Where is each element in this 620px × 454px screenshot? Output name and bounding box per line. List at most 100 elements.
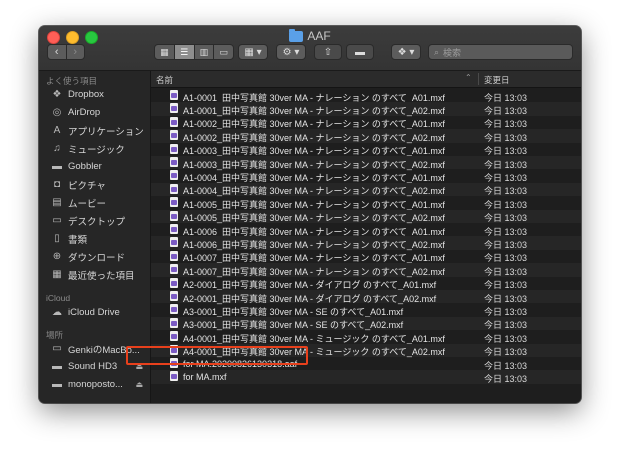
tag-icon: ▬ [355, 46, 365, 58]
sidebar-item-documents[interactable]: ▯ 書類 [51, 231, 147, 246]
chevron-right-icon[interactable]: › [65, 45, 85, 59]
file-icon [170, 371, 178, 382]
table-row[interactable]: A1-0004_田中写真館 30ver MA - ナレーション のすべて_A01… [151, 169, 581, 183]
file-icon [170, 170, 178, 181]
sidebar-item-label: monoposto... [68, 379, 123, 390]
search-input[interactable]: ⌕ 検索 [428, 44, 573, 60]
file-icon [170, 197, 178, 208]
sidebar-item-dropbox[interactable]: ❖ Dropbox [51, 87, 147, 102]
airdrop-icon: ◎ [52, 107, 62, 118]
gear-icon: ⚙ ▾ [282, 46, 300, 58]
table-row[interactable]: for MA.mxf 今日 13:03 [151, 370, 581, 384]
sidebar-item-gobbler[interactable]: ▬ Gobbler [51, 159, 147, 174]
music-icon: ♫ [53, 143, 61, 154]
table-row[interactable]: A1-0001_田中写真館 30ver MA - ナレーション のすべて_A01… [151, 89, 581, 103]
column-header-name[interactable]: 名前 [156, 74, 173, 86]
table-row[interactable]: A2-0001_田中写真館 30ver MA - ダイアログ のすべて_A02.… [151, 290, 581, 304]
sidebar-item-pictures[interactable]: ◘ ピクチャ [51, 177, 147, 192]
desktop-icon: ▭ [52, 215, 62, 226]
sidebar-item-label: ピクチャ [68, 180, 106, 192]
table-row[interactable]: A1-0007_田中写真館 30ver MA - ナレーション のすべて_A02… [151, 263, 581, 277]
file-icon [170, 210, 178, 221]
table-row[interactable]: A1-0006_田中写真館 30ver MA - ナレーション のすべて_A02… [151, 236, 581, 250]
file-icon [170, 264, 178, 275]
dropbox-button[interactable]: ❖ ▾ [391, 44, 421, 60]
eject-icon[interactable]: ⏏ [135, 380, 143, 389]
sidebar-item-label: 書類 [68, 234, 88, 246]
group-button[interactable]: ▦ ▾ [238, 44, 268, 60]
sidebar-item-label: ダウンロード [68, 252, 126, 264]
sidebar-item-music[interactable]: ♫ ミュージック [51, 141, 147, 156]
applications-icon: A [53, 125, 61, 136]
folder-icon: ▬ [52, 161, 62, 172]
laptop-icon: ▭ [52, 343, 62, 354]
file-icon [170, 237, 178, 248]
sidebar-item-recents[interactable]: ▦ 最近使った項目 [51, 267, 147, 282]
list-view-icon[interactable]: ☰ [174, 45, 195, 59]
tag-button[interactable]: ▬ [346, 44, 374, 60]
sidebar-item-label: Gobbler [68, 161, 102, 172]
nav-buttons: ‹ › [47, 44, 85, 60]
sidebar-item-label: デスクトップ [68, 216, 126, 228]
table-row[interactable]: A1-0005_田中写真館 30ver MA - ナレーション のすべて_A02… [151, 209, 581, 223]
sidebar-item-airdrop[interactable]: ◎ AirDrop [51, 105, 147, 120]
file-icon [170, 90, 178, 100]
titlebar: AAF ‹ › ▦ ☰ ▥ ▭ ▦ ▾ ⚙ ▾ ⇧ ▬ ❖ ▾ ⌕ 検索 [39, 26, 581, 71]
chevron-left-icon[interactable]: ‹ [48, 45, 66, 59]
sidebar-item-movies[interactable]: ▤ ムービー [51, 195, 147, 210]
icon-view-icon[interactable]: ▦ [155, 45, 175, 59]
share-icon: ⇧ [323, 46, 333, 58]
sidebar-item-label: アプリケーション [68, 126, 144, 138]
table-row[interactable]: A1-0007_田中写真館 30ver MA - ナレーション のすべて_A01… [151, 250, 581, 263]
column-divider[interactable] [478, 73, 479, 85]
file-icon [170, 277, 178, 288]
downloads-icon: ⊕ [52, 251, 62, 262]
file-icon [170, 103, 178, 114]
table-row[interactable]: A4-0001_田中写真館 30ver MA - ミュージック のすべて_A01… [151, 330, 581, 344]
sidebar-item-downloads[interactable]: ⊕ ダウンロード [51, 249, 147, 264]
file-icon [170, 304, 178, 315]
sidebar-item-label: iCloud Drive [68, 307, 120, 318]
table-row[interactable]: A3-0001_田中写真館 30ver MA - SE のすべて_A02.mxf… [151, 316, 581, 330]
table-row[interactable]: A1-0006_田中写真館 30ver MA - ナレーション のすべて_A01… [151, 223, 581, 237]
table-row[interactable]: A1-0002_田中写真館 30ver MA - ナレーション のすべて_A01… [151, 116, 581, 129]
column-view-icon[interactable]: ▥ [195, 45, 215, 59]
window-title: AAF [39, 28, 581, 43]
file-icon [170, 157, 178, 167]
movies-icon: ▤ [52, 197, 62, 208]
sidebar-item-label: ミュージック [68, 144, 125, 156]
disk-icon: ▬ [52, 379, 62, 390]
pictures-icon: ◘ [53, 179, 61, 190]
table-row[interactable]: A1-0003_田中写真館 30ver MA - ナレーション のすべて_A02… [151, 156, 581, 170]
sidebar-item-applications[interactable]: A アプリケーション [51, 123, 147, 138]
list-header: 名前 ⌃ 変更日 [151, 71, 581, 88]
table-row[interactable]: A3-0001_田中写真館 30ver MA - SE のすべて_A01.mxf… [151, 303, 581, 317]
file-date: 今日 13:03 [484, 373, 528, 384]
locations-heading: 場所 [46, 330, 64, 340]
window-title-text: AAF [307, 29, 331, 43]
file-icon [170, 331, 178, 342]
table-row[interactable]: A1-0002_田中写真館 30ver MA - ナレーション のすべて_A02… [151, 129, 581, 143]
table-row[interactable]: A1-0003_田中写真館 30ver MA - ナレーション のすべて_A01… [151, 143, 581, 156]
sidebar-item-label: ムービー [68, 198, 107, 210]
column-header-date[interactable]: 変更日 [484, 74, 510, 86]
sidebar-item-monoposto[interactable]: ▬ monoposto... ⏏ [51, 377, 147, 392]
share-button[interactable]: ⇧ [314, 44, 342, 60]
file-icon [170, 224, 178, 234]
action-button[interactable]: ⚙ ▾ [276, 44, 306, 60]
recents-icon: ▦ [52, 269, 62, 280]
file-icon [170, 130, 178, 141]
documents-icon: ▯ [54, 233, 60, 244]
table-row[interactable]: A1-0001_田中写真館 30ver MA - ナレーション のすべて_A02… [151, 102, 581, 116]
table-row[interactable]: A1-0005_田中写真館 30ver MA - ナレーション のすべて_A01… [151, 196, 581, 210]
sidebar-item-desktop[interactable]: ▭ デスクトップ [51, 213, 147, 228]
table-row[interactable]: A2-0001_田中写真館 30ver MA - ダイアログ のすべて_A01.… [151, 277, 581, 290]
search-icon: ⌕ [434, 46, 440, 57]
cloud-icon: ☁ [52, 307, 62, 318]
sidebar-item-icloud-drive[interactable]: ☁ iCloud Drive [51, 305, 147, 320]
finder-window: AAF ‹ › ▦ ☰ ▥ ▭ ▦ ▾ ⚙ ▾ ⇧ ▬ ❖ ▾ ⌕ 検索 よく使… [39, 26, 581, 403]
dropbox-icon: ❖ [52, 89, 62, 100]
gallery-view-icon[interactable]: ▭ [214, 45, 233, 59]
table-row[interactable]: A1-0004_田中写真館 30ver MA - ナレーション のすべて_A02… [151, 182, 581, 196]
file-icon [170, 291, 178, 301]
